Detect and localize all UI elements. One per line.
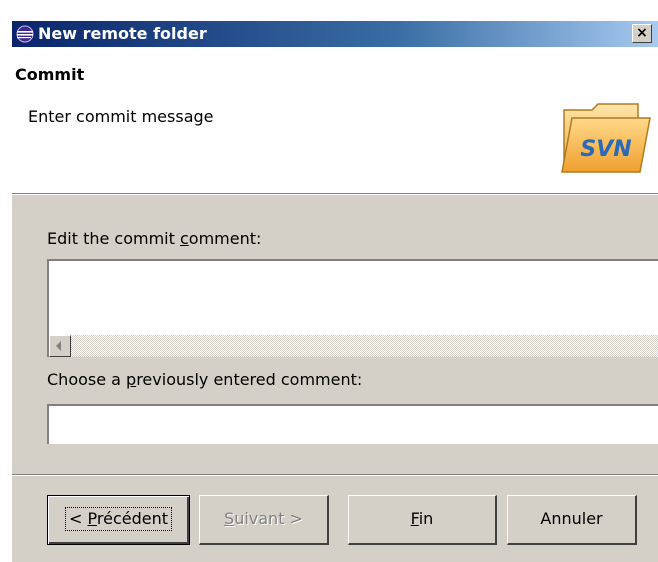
desktop-background-top bbox=[0, 0, 658, 21]
scroll-left-arrow-icon[interactable] bbox=[49, 335, 71, 357]
next-button[interactable]: Suivant > bbox=[199, 495, 329, 545]
wizard-header-banner: Commit Enter commit message SVN bbox=[12, 47, 658, 193]
commit-comment-label: Edit the commit comment: bbox=[47, 229, 262, 248]
eclipse-app-icon bbox=[16, 25, 34, 43]
next-button-label: Suivant > bbox=[224, 509, 303, 528]
footer-separator bbox=[12, 474, 658, 476]
horizontal-scrollbar[interactable] bbox=[49, 335, 658, 357]
close-button[interactable]: × bbox=[632, 24, 652, 43]
commit-comment-textarea[interactable] bbox=[47, 259, 658, 357]
desktop-background-left bbox=[0, 0, 12, 562]
title-bar[interactable]: New remote folder × bbox=[12, 21, 658, 47]
page-description: Enter commit message bbox=[28, 107, 214, 126]
previous-comment-combo[interactable] bbox=[47, 404, 658, 444]
dialog-window: New remote folder × Commit Enter commit … bbox=[0, 0, 658, 562]
back-button[interactable]: < Précédent bbox=[47, 495, 190, 545]
svn-folder-icon: SVN bbox=[561, 103, 651, 173]
header-separator bbox=[12, 193, 658, 195]
page-title: Commit bbox=[15, 65, 85, 84]
window-title: New remote folder bbox=[38, 24, 207, 43]
finish-button-label: Fin bbox=[410, 509, 434, 528]
svn-label: SVN bbox=[580, 137, 631, 162]
back-button-label: < Précédent bbox=[65, 507, 172, 531]
finish-button[interactable]: Fin bbox=[348, 495, 497, 545]
close-icon: × bbox=[636, 25, 648, 41]
cancel-button[interactable]: Annuler bbox=[507, 495, 637, 545]
cancel-button-label: Annuler bbox=[540, 509, 603, 528]
previous-comment-label: Choose a previously entered comment: bbox=[47, 370, 363, 389]
